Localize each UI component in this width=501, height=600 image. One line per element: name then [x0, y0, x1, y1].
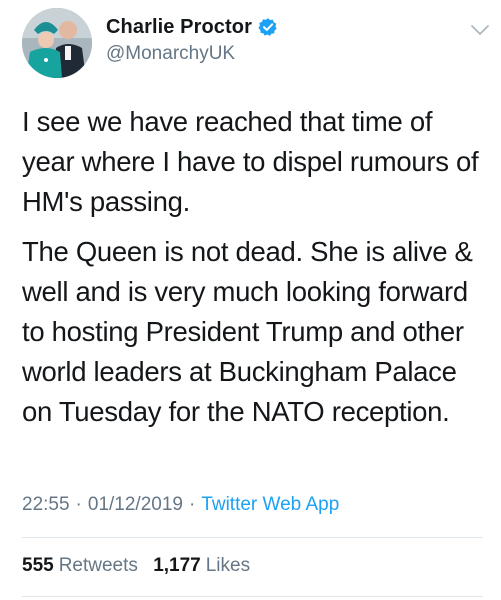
meta-separator: ·: [75, 494, 82, 515]
tweet-paragraph: I see we have reached that time of year …: [22, 106, 479, 217]
author-name-row: Charlie Proctor: [106, 14, 278, 40]
tweet-time[interactable]: 22:55: [22, 494, 70, 515]
divider: [22, 596, 483, 597]
likes-label: Likes: [205, 555, 251, 576]
tweet-source-link[interactable]: Twitter Web App: [201, 494, 339, 515]
retweets-label: Retweets: [58, 555, 138, 576]
author-display-name[interactable]: Charlie Proctor: [106, 16, 252, 39]
avatar-image: [22, 8, 92, 78]
chevron-down-icon[interactable]: [468, 18, 492, 42]
tweet-meta: 22:55 · 01/12/2019 · Twitter Web App: [22, 494, 339, 516]
tweet-date[interactable]: 01/12/2019: [88, 494, 183, 515]
tweet-text: I see we have reached that time of year …: [22, 102, 488, 432]
meta-separator: ·: [188, 494, 196, 515]
retweets-count: 555: [22, 555, 54, 576]
profile-avatar[interactable]: [22, 8, 92, 78]
tweet-header: Charlie Proctor @MonarchyUK: [22, 8, 492, 80]
tweet-card: Charlie Proctor @MonarchyUK I see we hav…: [0, 0, 501, 600]
author-handle[interactable]: @MonarchyUK: [106, 43, 278, 65]
verified-badge-icon: [258, 17, 278, 37]
tweet-stats: 555 Retweets 1,177 Likes: [22, 555, 250, 577]
author-identity: Charlie Proctor @MonarchyUK: [106, 14, 278, 65]
likes-stat[interactable]: 1,177 Likes: [153, 555, 250, 576]
likes-count: 1,177: [153, 555, 201, 576]
tweet-paragraph: The Queen is not dead. She is alive & we…: [22, 236, 473, 427]
divider: [22, 537, 483, 538]
retweets-stat[interactable]: 555 Retweets: [22, 555, 138, 576]
